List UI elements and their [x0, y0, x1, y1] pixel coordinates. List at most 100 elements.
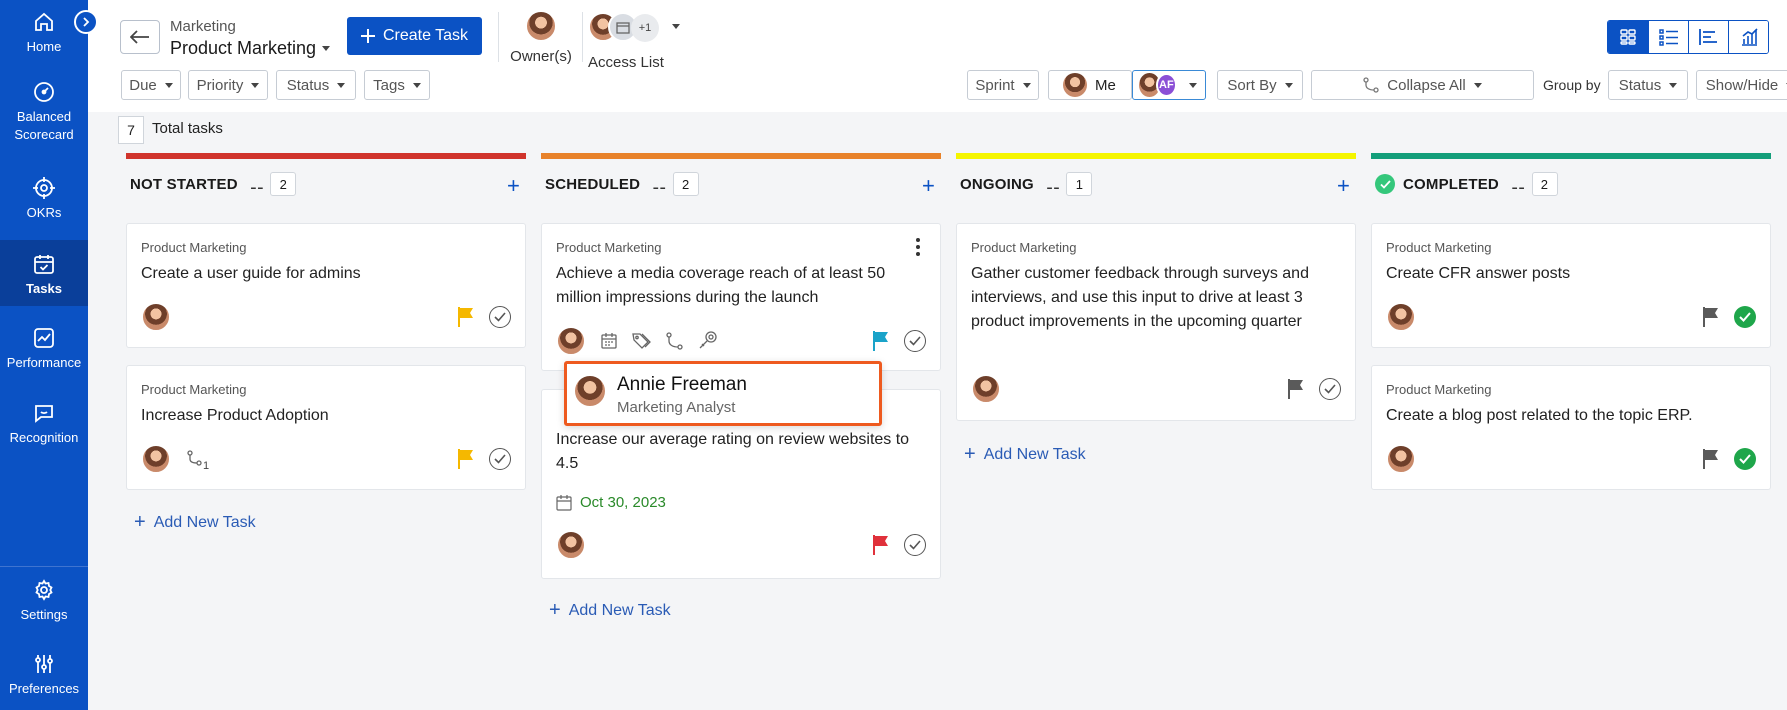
flag-icon[interactable] [1702, 306, 1720, 328]
collapse-all-dropdown[interactable]: Collapse All [1311, 70, 1534, 100]
sidebar-item-preferences[interactable]: Preferences [0, 652, 88, 704]
sidebar-item-settings[interactable]: Settings [0, 578, 88, 630]
gantt-icon [1698, 29, 1717, 45]
column-count: 2 [672, 172, 699, 196]
view-list-button[interactable] [1648, 21, 1688, 53]
back-button[interactable] [120, 20, 160, 54]
group-by-dropdown[interactable]: Status [1608, 70, 1688, 100]
sidebar-item-tasks[interactable]: Tasks [0, 240, 88, 306]
view-toggle [1607, 20, 1769, 54]
task-card[interactable]: Product Marketing Create a blog post rel… [1371, 365, 1771, 490]
popup-avatar [573, 374, 607, 408]
complete-check-icon[interactable] [489, 306, 511, 328]
add-new-task-button[interactable]: + Add New Task [549, 599, 671, 622]
card-project: Product Marketing [556, 240, 662, 255]
subtask-icon[interactable] [187, 450, 203, 466]
flag-icon[interactable] [1287, 378, 1305, 400]
target-icon [33, 177, 55, 199]
group-by-label: Group by [1543, 77, 1601, 93]
more-options-icon[interactable] [916, 238, 920, 259]
page-title-dropdown[interactable]: Product Marketing [170, 38, 331, 59]
calendar-icon [556, 494, 572, 511]
view-gantt-button[interactable] [1688, 21, 1728, 53]
owner-popup[interactable]: Annie Freeman Marketing Analyst [564, 361, 882, 426]
chevron-down-icon [412, 82, 421, 88]
completed-check-icon[interactable] [1734, 306, 1756, 328]
filter-label: Collapse All [1387, 76, 1466, 94]
add-task-plus-icon[interactable]: + [507, 173, 520, 199]
card-avatar[interactable] [1386, 444, 1416, 474]
af-initials-avatar: AF [1155, 73, 1177, 97]
branch-icon[interactable] [666, 332, 684, 350]
complete-check-icon[interactable] [1319, 378, 1341, 400]
column-header: COMPLETED ⚋ 2 [1371, 159, 1771, 209]
flag-icon[interactable] [457, 306, 475, 328]
sort-icon[interactable]: ⚋ [1046, 174, 1061, 194]
chevron-down-icon [1022, 82, 1031, 88]
task-card[interactable]: Product Marketing Increase Product Adopt… [126, 365, 526, 490]
calendar-icon[interactable] [600, 332, 618, 350]
filter-me[interactable]: Me [1048, 70, 1132, 100]
sort-icon[interactable]: ⚋ [250, 174, 265, 194]
completed-check-icon[interactable] [1734, 448, 1756, 470]
chat-icon [35, 405, 53, 423]
flag-icon[interactable] [457, 448, 475, 470]
owner-avatar [525, 10, 557, 42]
sort-by-dropdown[interactable]: Sort By [1217, 70, 1303, 100]
completed-check-icon [1375, 174, 1395, 194]
sidebar-item-okrs[interactable]: OKRs [0, 176, 88, 228]
add-task-plus-icon[interactable]: + [1337, 173, 1350, 199]
access-list[interactable]: +1 Access List [588, 10, 708, 71]
column-header: SCHEDULED ⚋ 2 + [541, 159, 941, 209]
card-avatar[interactable] [556, 326, 586, 356]
sidebar-item-performance[interactable]: Performance [0, 326, 88, 378]
due-date[interactable]: Oct 30, 2023 [556, 494, 666, 511]
owners[interactable]: Owner(s) [505, 10, 577, 65]
filter-assignee[interactable]: AF [1132, 70, 1206, 100]
view-board-button[interactable] [1608, 21, 1648, 53]
sort-icon[interactable]: ⚋ [652, 174, 667, 194]
add-new-task-label: Add New Task [983, 445, 1086, 463]
sidebar-item-recognition[interactable]: Recognition [0, 401, 88, 453]
show-hide-dropdown[interactable]: Show/Hide [1696, 70, 1787, 100]
tag-icon[interactable] [632, 332, 652, 350]
chevron-down-icon[interactable] [672, 24, 680, 29]
filter-due[interactable]: Due [121, 70, 181, 100]
filter-priority[interactable]: Priority [188, 70, 268, 100]
sidebar-divider [0, 566, 88, 567]
sort-icon[interactable]: ⚋ [1511, 174, 1526, 194]
card-avatar[interactable] [141, 444, 171, 474]
task-card[interactable]: Product Marketing Create a user guide fo… [126, 223, 526, 348]
column-header: ONGOING ⚋ 1 + [956, 159, 1356, 209]
filter-status[interactable]: Status [276, 70, 356, 100]
card-avatar[interactable] [141, 302, 171, 332]
flag-icon[interactable] [872, 330, 890, 352]
flag-icon[interactable] [872, 534, 890, 556]
sidebar-expand-button[interactable] [74, 10, 98, 34]
add-task-plus-icon[interactable]: + [922, 173, 935, 199]
complete-check-icon[interactable] [489, 448, 511, 470]
add-new-task-button[interactable]: + Add New Task [134, 511, 256, 534]
task-card[interactable]: Product Marketing Gather customer feedba… [956, 223, 1356, 421]
card-avatar[interactable] [1386, 302, 1416, 332]
calendar-check-icon [34, 255, 54, 274]
card-title: Create a user guide for admins [141, 265, 361, 282]
task-card[interactable]: Product Marketing Achieve a media covera… [541, 223, 941, 371]
add-new-task-button[interactable]: + Add New Task [964, 443, 1086, 466]
filter-sprint[interactable]: Sprint [967, 70, 1039, 100]
complete-check-icon[interactable] [904, 534, 926, 556]
create-task-button[interactable]: Create Task [347, 17, 482, 55]
breadcrumb[interactable]: Marketing [170, 18, 236, 35]
task-card[interactable]: Product Marketing Create CFR answer post… [1371, 223, 1771, 348]
card-avatar[interactable] [556, 530, 586, 560]
view-chart-button[interactable] [1728, 21, 1768, 53]
key-result-icon[interactable] [698, 330, 718, 350]
filter-tags[interactable]: Tags [364, 70, 430, 100]
card-avatar[interactable] [971, 374, 1001, 404]
flag-icon[interactable] [1702, 448, 1720, 470]
sidebar-item-balanced-scorecard[interactable]: Balanced Scorecard [0, 80, 88, 152]
owners-label: Owner(s) [510, 48, 572, 65]
access-more-badge: +1 [631, 14, 659, 42]
complete-check-icon[interactable] [904, 330, 926, 352]
column-title: SCHEDULED [545, 175, 641, 193]
